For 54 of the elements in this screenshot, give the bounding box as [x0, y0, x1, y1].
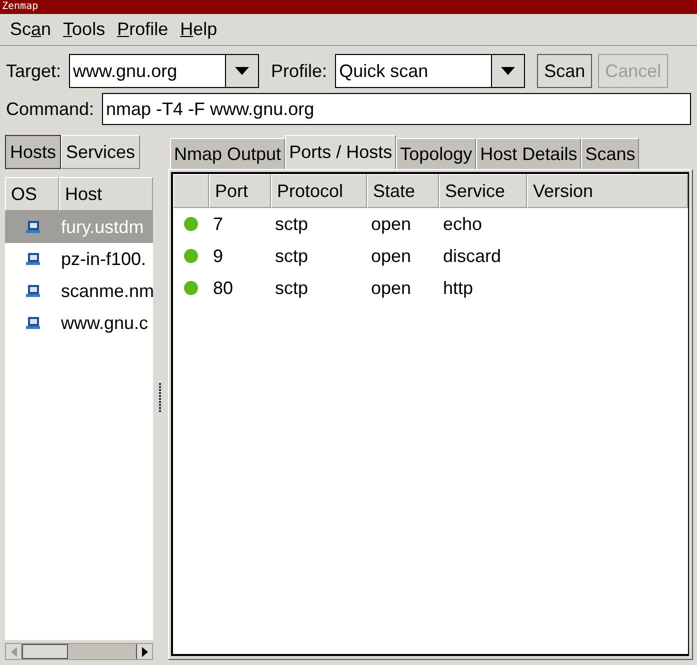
- menu-item[interactable]: Tools: [57, 19, 112, 40]
- table-cell: 7: [213, 214, 224, 234]
- field-label: Profile:: [271, 60, 328, 82]
- table-cell: sctp: [275, 278, 308, 298]
- tab[interactable]: Topology: [396, 138, 476, 169]
- scroll-right-icon[interactable]: [142, 646, 148, 656]
- table-cell: discard: [443, 246, 502, 266]
- tab[interactable]: Host Details: [476, 138, 582, 169]
- table-cell: echo: [443, 214, 482, 234]
- table-cell: sctp: [275, 214, 308, 234]
- tab[interactable]: Ports / Hosts: [285, 135, 396, 169]
- menu-item[interactable]: Scan: [4, 19, 58, 40]
- command-field[interactable]: nmap -T4 -F www.gnu.org: [102, 93, 691, 125]
- dropdown-button[interactable]: [225, 54, 260, 88]
- host-name: scanme.nm: [61, 280, 153, 302]
- view-toggle-button[interactable]: Hosts: [5, 135, 62, 169]
- column-header[interactable]: Port: [209, 174, 271, 208]
- tab[interactable]: Nmap Output: [170, 138, 286, 169]
- column-header[interactable]: State: [367, 174, 439, 208]
- toolbar-button[interactable]: Scan: [537, 54, 592, 88]
- table-cell: sctp: [275, 246, 308, 266]
- tab[interactable]: Scans: [581, 138, 640, 169]
- computer-icon: [25, 316, 41, 330]
- menu-item[interactable]: Profile: [111, 19, 174, 40]
- pane-handle-icon[interactable]: [159, 382, 162, 412]
- window-title: Zenmap: [0, 0, 697, 14]
- computer-icon: [25, 252, 41, 266]
- table-cell: open: [371, 278, 412, 298]
- column-header[interactable]: Protocol: [271, 174, 367, 208]
- column-header[interactable]: Service: [439, 174, 527, 208]
- menu-item[interactable]: Help: [174, 19, 224, 40]
- column-header[interactable]: Version: [527, 174, 688, 208]
- host-name: fury.ustdm: [61, 216, 144, 238]
- view-toggle-button[interactable]: Services: [61, 135, 140, 169]
- table-cell: 80: [213, 278, 234, 298]
- column-header[interactable]: OS: [5, 177, 59, 211]
- profile-field[interactable]: Quick scan: [335, 54, 492, 88]
- computer-icon: [25, 220, 41, 234]
- caret-icon: [501, 67, 516, 75]
- field-label: Command:: [6, 98, 94, 120]
- table-cell: open: [371, 246, 412, 266]
- table-cell: 9: [213, 246, 224, 266]
- column-header[interactable]: [173, 174, 209, 208]
- table-cell: open: [371, 214, 412, 234]
- caret-icon: [235, 67, 250, 75]
- table-cell: http: [443, 278, 474, 298]
- computer-icon: [25, 284, 41, 298]
- column-header[interactable]: Host: [59, 177, 153, 211]
- field-label: Target:: [6, 60, 62, 82]
- horizontal-scrollbar[interactable]: [5, 643, 153, 660]
- dropdown-button[interactable]: [491, 54, 526, 88]
- host-name: pz-in-f100.: [61, 248, 146, 270]
- target-field[interactable]: www.gnu.org: [69, 54, 226, 88]
- host-name: www.gnu.c: [61, 312, 148, 334]
